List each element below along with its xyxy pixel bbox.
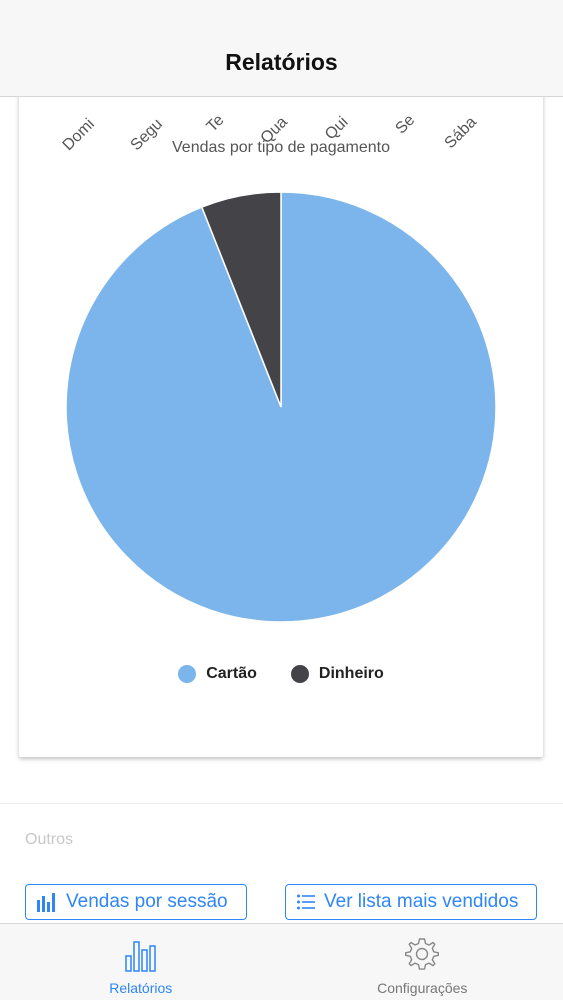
bar-chart-icon <box>125 941 156 972</box>
legend-color-dot <box>178 665 197 683</box>
page-title: Relatórios <box>225 49 338 75</box>
legend-label: Dinheiro <box>318 665 384 682</box>
legend-item-dinheiro[interactable]: Dinheiro <box>290 665 384 683</box>
best-sellers-list-label: Ver lista mais vendidos <box>324 891 519 912</box>
weekday-label: Se <box>392 111 419 138</box>
weekday-label: Te <box>203 111 228 136</box>
tab-label: Relatórios <box>109 980 173 996</box>
bar-chart-icon <box>37 893 55 912</box>
gear-icon <box>405 938 440 970</box>
tab-label: Configurações <box>377 980 468 996</box>
nav-header: Relatórios <box>0 0 563 97</box>
tab-bar: Relatórios Configurações <box>0 923 563 1000</box>
list-icon <box>297 894 315 910</box>
sales-by-session-label: Vendas por sessão <box>66 891 228 912</box>
payment-type-pie-chart <box>65 191 497 623</box>
reports-scroll-view[interactable]: Domi Segu Te Qua Qui Se Sába Vendas por … <box>0 97 563 923</box>
sales-by-session-button[interactable]: Vendas por sessão <box>25 884 247 920</box>
others-section-label: Outros <box>25 831 74 848</box>
tab-reports[interactable]: Relatórios <box>0 924 282 1000</box>
chart-title: Vendas por tipo de pagamento <box>172 139 390 156</box>
payment-type-chart-card: Domi Segu Te Qua Qui Se Sába Vendas por … <box>19 97 543 757</box>
legend-color-dot <box>290 665 309 683</box>
tab-settings[interactable]: Configurações <box>282 924 563 1000</box>
section-divider <box>0 803 563 804</box>
best-sellers-list-button[interactable]: Ver lista mais vendidos <box>285 884 537 920</box>
chart-legend: Cartão Dinheiro <box>19 665 543 683</box>
legend-label: Cartão <box>206 665 257 682</box>
legend-item-cartao[interactable]: Cartão <box>178 665 257 683</box>
